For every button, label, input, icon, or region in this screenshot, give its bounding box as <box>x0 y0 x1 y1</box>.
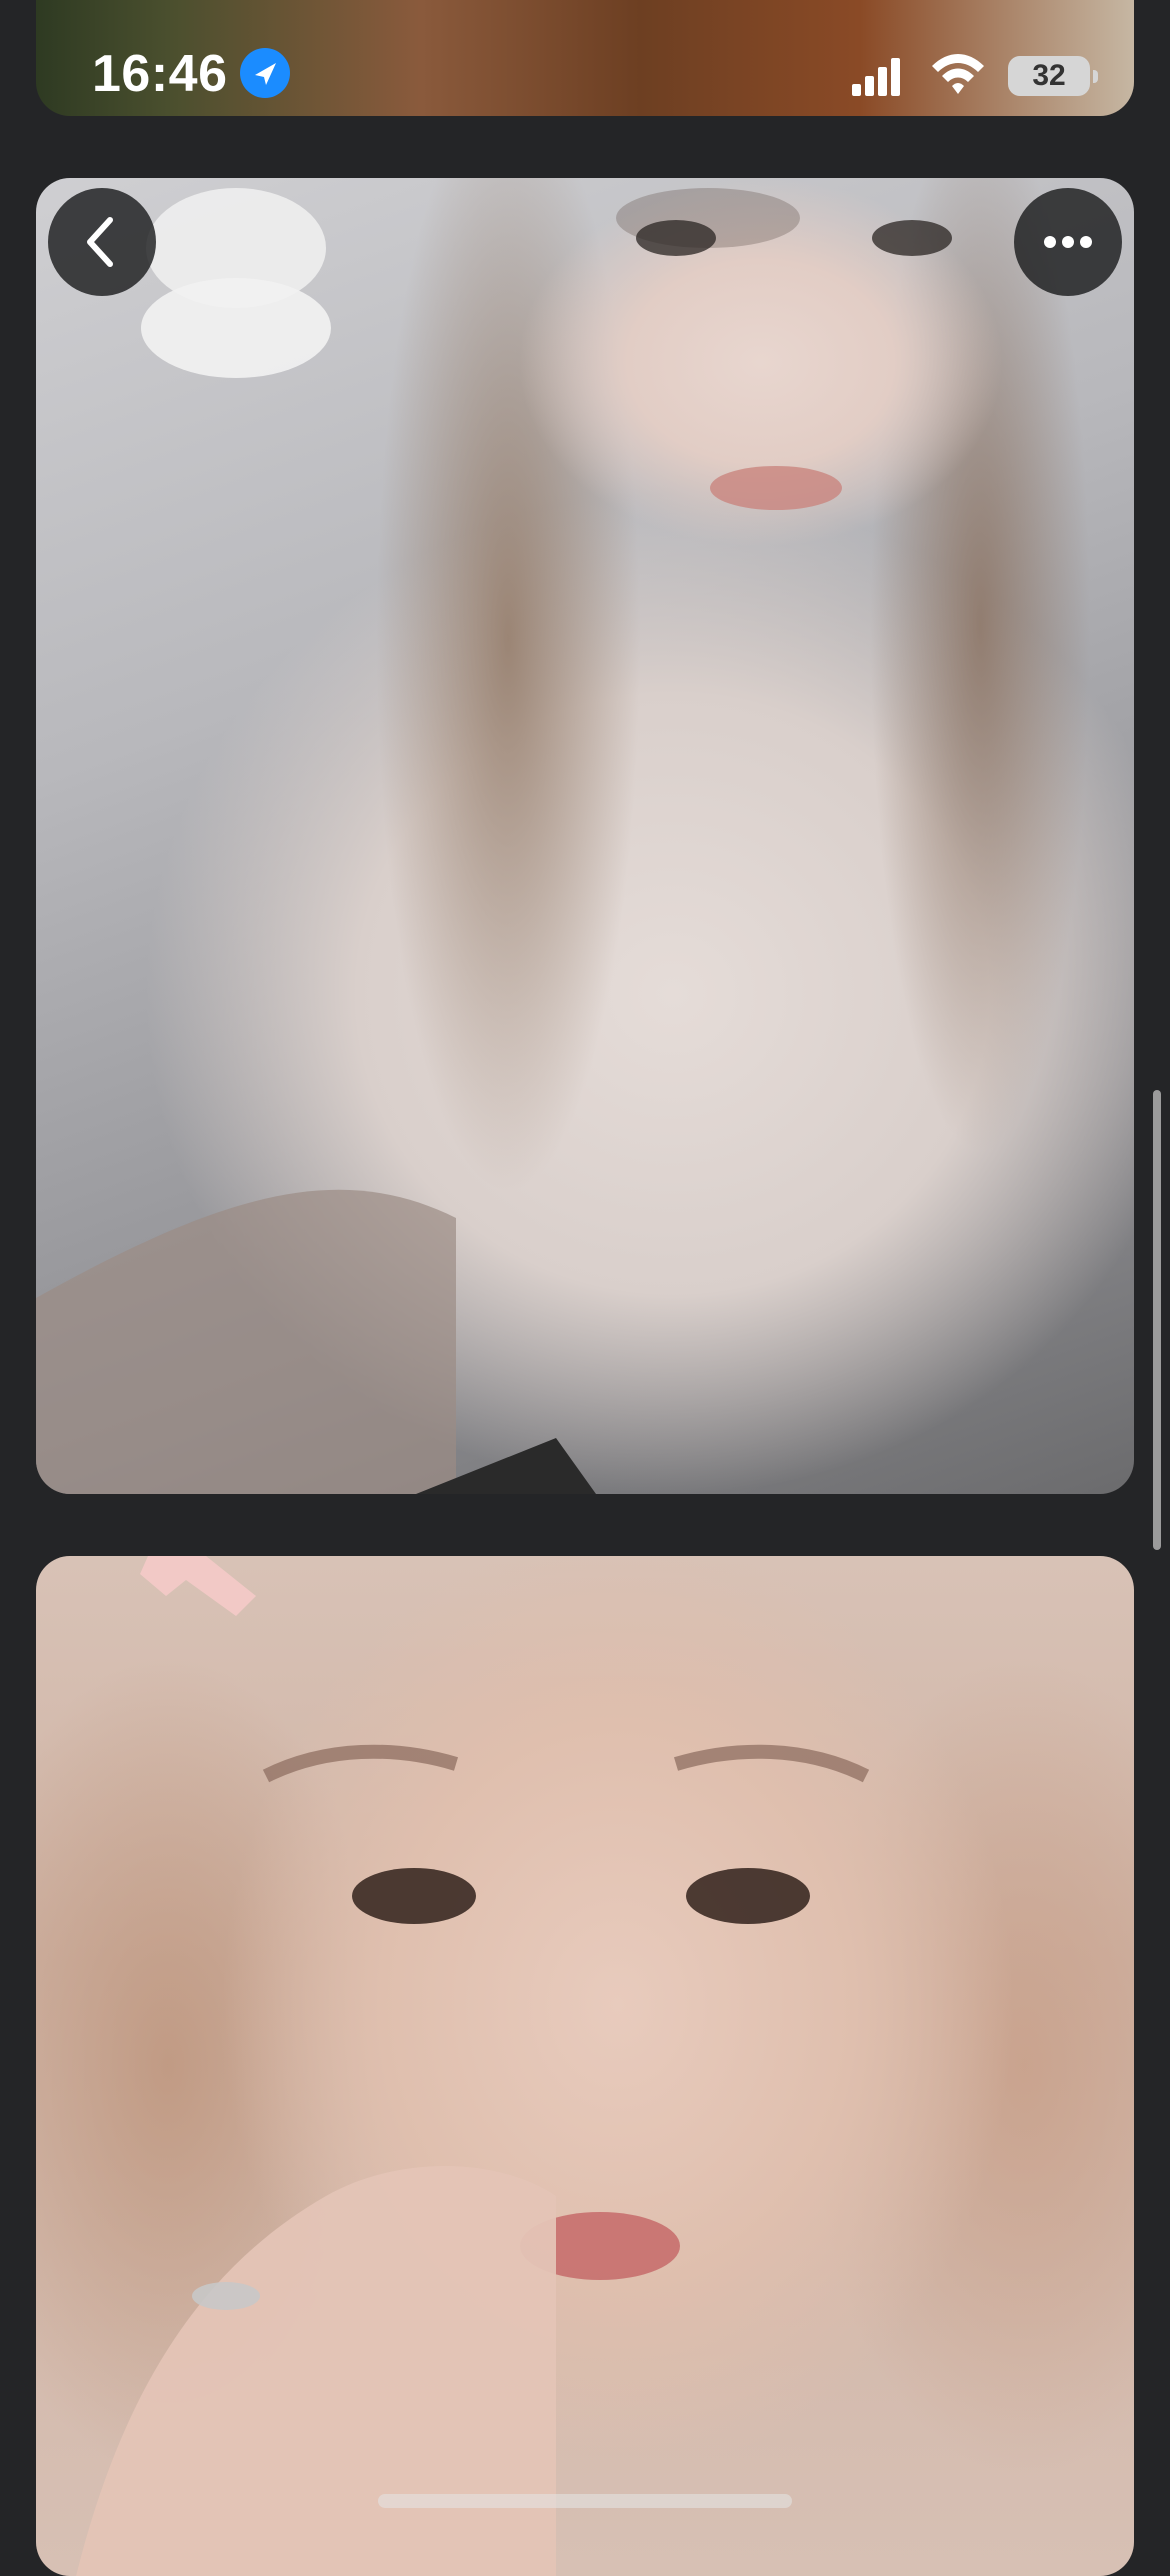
photo-card[interactable] <box>36 178 1134 1494</box>
status-time: 16:46 <box>92 45 228 103</box>
photo-card[interactable] <box>36 1556 1134 2576</box>
status-bar: 16:46 32 <box>0 0 1170 156</box>
cellular-signal-icon <box>852 56 900 96</box>
battery-icon: 32 <box>1008 56 1098 96</box>
home-indicator[interactable] <box>378 2494 792 2508</box>
scroll-indicator[interactable] <box>1153 1090 1161 1550</box>
wifi-icon <box>930 52 986 96</box>
back-button[interactable] <box>48 188 156 296</box>
more-options-button[interactable] <box>1014 188 1122 296</box>
photo-image <box>76 1556 870 2576</box>
photo-image <box>36 188 952 1494</box>
battery-level: 32 <box>1032 59 1066 92</box>
location-arrow-icon <box>240 48 290 98</box>
